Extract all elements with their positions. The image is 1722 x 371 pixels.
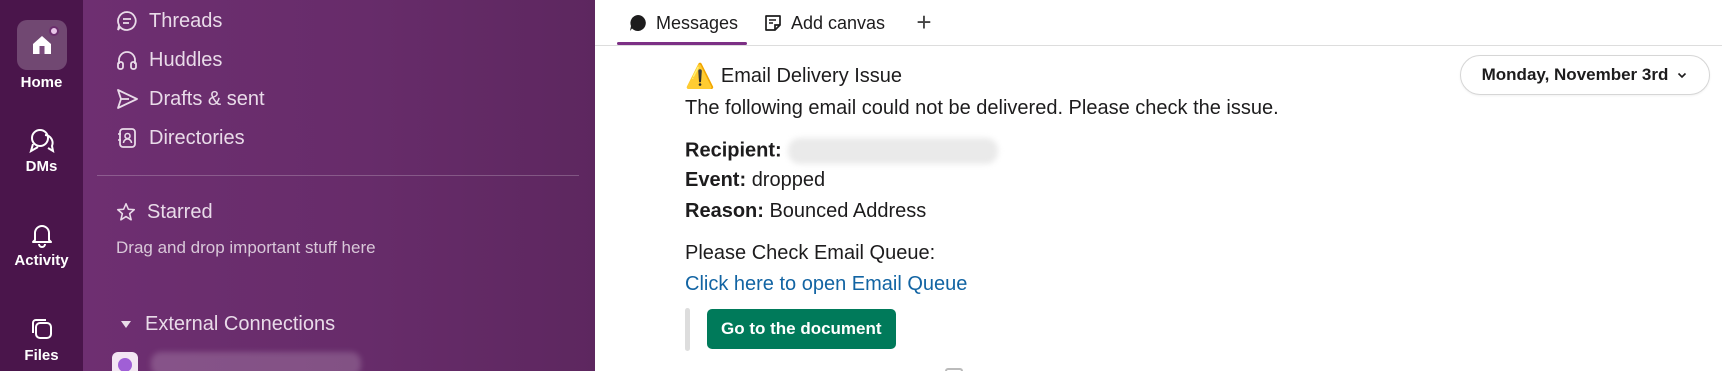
chevron-down-icon: [1678, 72, 1687, 79]
recipient-label: Recipient:: [685, 139, 782, 162]
reason-value: Bounced Address: [769, 200, 927, 222]
rail-activity-label: Activity: [14, 252, 69, 269]
reason-label: Reason:: [685, 200, 764, 222]
rail-activity[interactable]: Activity: [0, 220, 83, 269]
tab-add-canvas-label: Add canvas: [791, 12, 886, 33]
rail-files[interactable]: Files: [0, 315, 83, 364]
email-queue-link[interactable]: Click here to open Email Queue: [685, 273, 967, 296]
tab-messages[interactable]: Messages: [628, 8, 738, 38]
bell-icon: [31, 225, 52, 248]
queue-prompt: Please Check Email Queue:: [685, 242, 936, 264]
reason-row: Reason: Bounced Address: [685, 200, 926, 223]
sidebar-divider: [97, 175, 579, 176]
redacted-connection-name: [151, 352, 361, 371]
message-bubble-icon: [630, 15, 646, 31]
home-icon: [32, 36, 51, 54]
avatar[interactable]: [112, 352, 138, 371]
star-icon: [116, 202, 136, 221]
external-connections-header[interactable]: External Connections: [121, 313, 335, 336]
files-icon: [31, 319, 52, 339]
rail-dms-label: DMs: [25, 158, 58, 175]
caret-down-icon: [121, 321, 131, 328]
rail-dms[interactable]: DMs: [0, 126, 83, 175]
date-divider-button[interactable]: Monday, November 3rd: [1460, 55, 1710, 95]
go-to-document-button[interactable]: Go to the document: [707, 309, 896, 349]
sidebar-item-label: Directories: [149, 126, 245, 149]
date-divider-label: Monday, November 3rd: [1481, 65, 1669, 84]
active-tab-indicator: [617, 42, 747, 45]
home-tile: [16, 20, 67, 70]
message-pane: Messages Add canvas + Monday, November 3…: [595, 0, 1722, 371]
sidebar-item-label: Huddles: [149, 48, 223, 71]
threads-icon: [117, 11, 137, 31]
dms-icon: [28, 129, 54, 154]
message: ⚠️ Email Delivery Issue The following em…: [685, 60, 1485, 371]
tab-messages-label: Messages: [656, 12, 739, 33]
event-value: dropped: [751, 169, 826, 191]
message-title-row: ⚠️ Email Delivery Issue: [685, 60, 1485, 92]
headphones-icon: [117, 51, 137, 70]
rail-home-label: Home: [20, 74, 63, 91]
send-icon: [117, 89, 138, 109]
attachment-quote-bar: [685, 308, 690, 351]
redacted-recipient: [787, 138, 998, 164]
sidebar-item-label: Threads: [149, 9, 223, 32]
tab-bar: Messages Add canvas +: [595, 0, 1722, 46]
notification-dot: [48, 26, 59, 36]
sidebar-item-drafts[interactable]: Drafts & sent: [115, 84, 265, 114]
directory-icon: [118, 128, 136, 148]
rail-files-label: Files: [24, 347, 59, 364]
channel-sidebar: Threads Huddles Drafts & sent Directorie…: [83, 0, 595, 371]
starred-hint: Drag and drop important stuff here: [116, 238, 376, 257]
sidebar-item-threads[interactable]: Threads: [115, 6, 222, 36]
event-label: Event:: [685, 169, 747, 191]
tab-add-canvas[interactable]: Add canvas: [763, 8, 885, 38]
starred-label: Starred: [147, 200, 213, 223]
event-row: Event: dropped: [685, 169, 825, 192]
external-connections-label: External Connections: [145, 313, 336, 335]
sidebar-item-huddles[interactable]: Huddles: [115, 45, 222, 75]
recipient-row: Recipient:: [685, 138, 998, 164]
message-body: The following email could not be deliver…: [685, 97, 1279, 119]
rail-home[interactable]: Home: [0, 20, 83, 91]
message-title: Email Delivery Issue: [720, 64, 903, 87]
add-tab-button[interactable]: +: [909, 7, 939, 37]
warning-icon: ⚠️: [685, 62, 715, 90]
workspace-rail: Home DMs Activity Files: [0, 0, 83, 371]
sidebar-starred[interactable]: Starred: [115, 197, 213, 227]
sidebar-item-directories[interactable]: Directories: [115, 123, 245, 153]
canvas-icon: [765, 15, 781, 31]
sidebar-item-label: Drafts & sent: [149, 87, 265, 110]
